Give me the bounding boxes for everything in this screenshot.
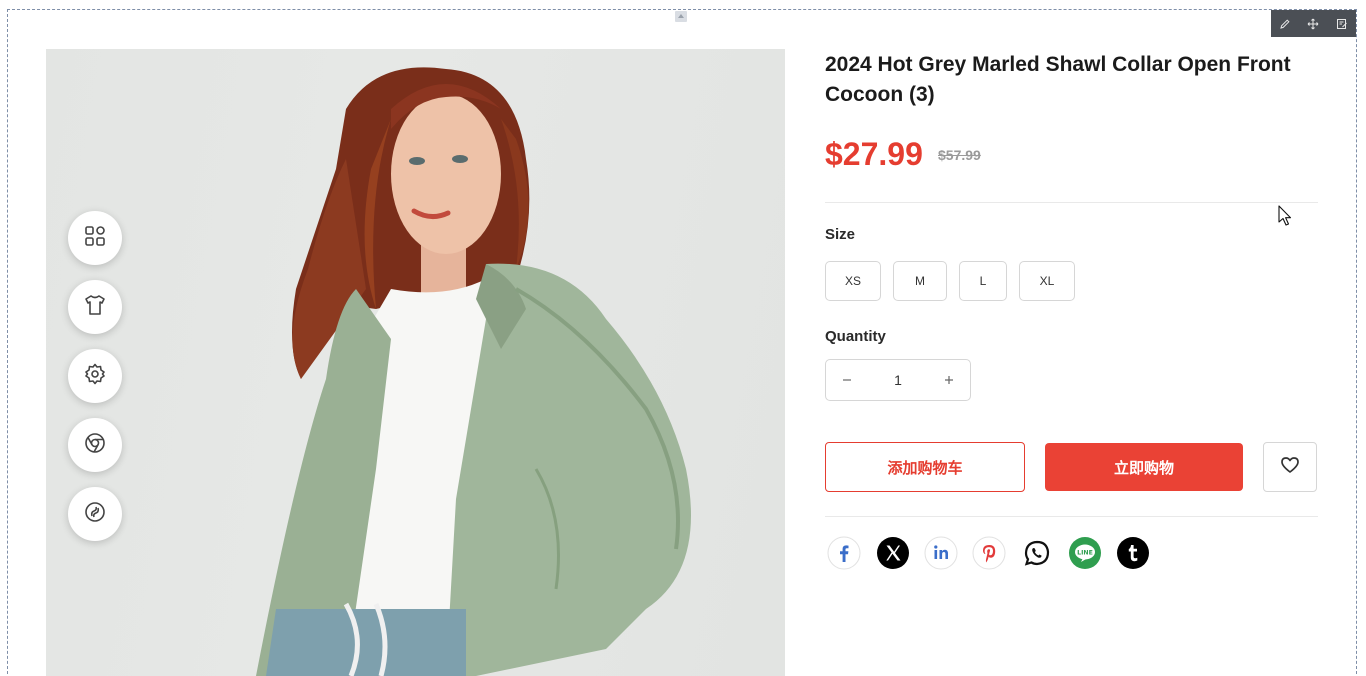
line-icon: LINE xyxy=(1069,537,1101,569)
linkedin-icon xyxy=(924,536,958,570)
quantity-increase-button[interactable] xyxy=(928,360,970,400)
chrome-icon xyxy=(83,431,107,460)
tshirt-icon xyxy=(83,293,107,322)
quantity-input[interactable]: 1 xyxy=(868,372,928,388)
link-button[interactable] xyxy=(68,487,122,541)
x-twitter-icon xyxy=(877,537,909,569)
share-x[interactable] xyxy=(876,536,910,570)
share-whatsapp[interactable] xyxy=(1020,536,1054,570)
section-collapse-handle[interactable] xyxy=(675,11,687,22)
mouse-cursor-icon xyxy=(1278,205,1292,226)
pencil-icon[interactable] xyxy=(1271,10,1299,37)
move-icon[interactable] xyxy=(1299,10,1327,37)
divider xyxy=(825,516,1318,517)
heart-icon xyxy=(1280,456,1300,479)
minus-icon xyxy=(843,379,851,381)
whatsapp-icon xyxy=(1021,537,1053,569)
quantity-stepper: 1 xyxy=(825,359,971,401)
product-image xyxy=(46,49,785,676)
size-option-m[interactable]: M xyxy=(893,261,947,301)
page-canvas: 2024 Hot Grey Marled Shawl Collar Open F… xyxy=(0,0,1366,676)
edit-note-icon[interactable] xyxy=(1328,10,1356,37)
buy-now-button[interactable]: 立即购物 xyxy=(1045,443,1243,491)
add-to-cart-button[interactable]: 添加购物车 xyxy=(825,442,1025,492)
facebook-icon xyxy=(827,536,861,570)
size-option-l[interactable]: L xyxy=(959,261,1007,301)
product-price: $27.99 xyxy=(825,136,923,172)
size-label: Size xyxy=(825,226,856,243)
share-linkedin[interactable] xyxy=(924,536,958,570)
tumblr-icon xyxy=(1117,537,1149,569)
editor-toolbar xyxy=(1271,10,1356,37)
apps-grid-icon xyxy=(83,224,107,253)
quantity-decrease-button[interactable] xyxy=(826,360,868,400)
quantity-label: Quantity xyxy=(825,328,886,345)
product-title: 2024 Hot Grey Marled Shawl Collar Open F… xyxy=(825,53,1291,106)
gear-icon xyxy=(83,362,107,391)
browser-button[interactable] xyxy=(68,418,122,472)
pinterest-icon xyxy=(972,536,1006,570)
size-option-xl[interactable]: XL xyxy=(1019,261,1075,301)
size-option-xs[interactable]: XS xyxy=(825,261,881,301)
tshirt-button[interactable] xyxy=(68,280,122,334)
plus-icon xyxy=(945,376,953,384)
apps-grid-button[interactable] xyxy=(68,211,122,265)
compare-price: $57.99 xyxy=(938,147,981,163)
divider xyxy=(825,202,1318,203)
share-facebook[interactable] xyxy=(827,536,861,570)
settings-button[interactable] xyxy=(68,349,122,403)
share-pinterest[interactable] xyxy=(972,536,1006,570)
link-icon xyxy=(83,500,107,529)
share-tumblr[interactable] xyxy=(1116,536,1150,570)
line-logo-text: LINE xyxy=(1077,550,1093,557)
share-line[interactable]: LINE xyxy=(1068,536,1102,570)
wishlist-button[interactable] xyxy=(1263,442,1317,492)
